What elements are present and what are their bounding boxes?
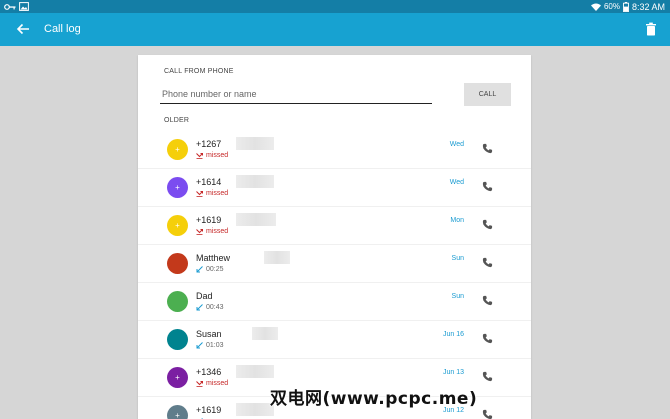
avatar: + [167,177,188,198]
battery-level: 60% [603,2,620,11]
phone-icon[interactable] [482,181,493,192]
call-log-row[interactable]: Dad 00:43 Sun [138,283,531,321]
call-date: Jun 16 [442,331,464,338]
call-detail: missed [196,190,228,197]
call-date: Jun 13 [442,369,464,376]
call-detail-text: missed [206,152,229,159]
key-icon [4,3,16,10]
status-bar-left [4,1,29,12]
call-detail-text: missed [206,190,229,197]
call-log-row[interactable]: Susan 01:03 Jun 16 [138,321,531,359]
call-detail: 01:03 [196,342,224,349]
call-date: Mon [450,217,464,224]
incoming-call-icon [196,266,203,273]
call-detail: missed [196,228,228,235]
avatar: + [167,139,188,160]
call-detail-text: missed [206,228,229,235]
missed-call-icon [196,153,203,159]
call-detail: missed [196,380,228,387]
older-section-label: OLDER [164,117,190,124]
caller-name: +1267 [196,139,222,149]
phone-number-input[interactable] [160,84,432,104]
redacted-digits [264,251,290,264]
arrow-left-icon[interactable] [14,20,32,38]
battery-icon [623,1,629,12]
caller-name: Susan [196,329,222,339]
call-button[interactable]: CALL [464,83,511,106]
redacted-digits [236,213,276,226]
redacted-digits [236,403,274,416]
call-detail-text: 00:43 [206,304,224,311]
phone-icon[interactable] [482,333,493,344]
call-date: Sun [451,255,464,262]
redacted-digits [252,327,278,340]
watermark: 双电网(www.pcpc.me) [270,389,478,409]
call-date: Sun [451,293,464,300]
call-log-list: + +1267 missed Wed + +1614 missed Wed + +1619 miss… [138,131,531,419]
phone-icon[interactable] [482,371,493,382]
avatar [167,329,188,350]
call-detail: missed [196,152,228,159]
call-log-card: CALL FROM PHONE CALL OLDER + +1267 missed W… [138,55,531,419]
call-detail-text: 01:03 [206,342,224,349]
trash-icon[interactable] [644,22,658,36]
caller-name: +1619 [196,215,222,225]
caller-name: Dad [196,291,213,301]
call-log-row[interactable]: + +1267 missed Wed [138,131,531,169]
phone-icon[interactable] [482,143,493,154]
app-bar: Call log [0,13,670,46]
call-log-row[interactable]: + +1619 missed Mon [138,207,531,245]
avatar [167,291,188,312]
caller-name: Matthew [196,253,231,263]
phone-icon[interactable] [482,409,493,419]
caller-name: +1619 [196,405,222,415]
call-detail: 00:43 [196,304,224,311]
call-log-row[interactable]: Matthew 00:25 Sun [138,245,531,283]
phone-icon[interactable] [482,257,493,268]
avatar [167,253,188,274]
call-date: Wed [449,179,464,186]
status-bar-right: 60% 8:32 AM [590,1,665,12]
image-icon [19,2,29,11]
call-detail: 00:25 [196,266,224,273]
incoming-call-icon [196,304,203,311]
clock: 8:32 AM [631,1,665,12]
avatar: + [167,215,188,236]
call-log-row[interactable]: + +1614 missed Wed [138,169,531,207]
call-detail-text: 00:25 [206,266,224,273]
redacted-digits [236,175,274,188]
avatar: + [167,367,188,388]
missed-call-icon [196,191,203,197]
missed-call-icon [196,229,203,235]
wifi-icon [590,3,601,11]
redacted-digits [236,365,274,378]
caller-name: +1614 [196,177,222,187]
incoming-call-icon [196,342,203,349]
missed-call-icon [196,381,203,387]
redacted-digits [236,137,274,150]
page-title: Call log [44,23,81,35]
phone-icon[interactable] [482,219,493,230]
avatar: + [167,405,188,419]
call-from-phone-label: CALL FROM PHONE [164,68,234,75]
status-bar: 60% 8:32 AM [0,0,670,13]
caller-name: +1346 [196,367,222,377]
call-detail-text: missed [206,380,229,387]
call-date: Wed [449,141,464,148]
phone-icon[interactable] [482,295,493,306]
